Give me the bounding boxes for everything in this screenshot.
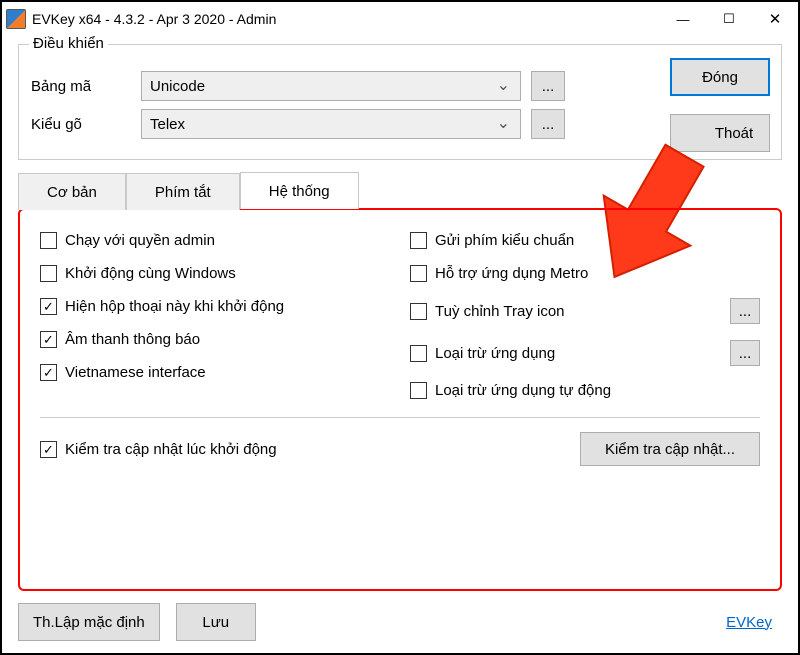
separator: [40, 417, 760, 418]
update-row: Kiểm tra cập nhật lúc khởi động Kiểm tra…: [40, 432, 760, 466]
checkbox-icon: [40, 232, 57, 249]
title-bar: EVKey x64 - 4.3.2 - Apr 3 2020 - Admin —…: [2, 2, 798, 36]
window-body: Điều khiển Bảng mã Unicode ... Kiểu gõ T…: [2, 36, 798, 653]
right-check-column: Gửi phím kiểu chuẩn Hỗ trợ ứng dụng Metr…: [410, 232, 760, 399]
tab-basic[interactable]: Cơ bản: [18, 173, 126, 210]
check-exclude-auto[interactable]: Loại trừ ứng dụng tự động: [410, 382, 760, 399]
footer: Th.Lập mặc định Lưu EVKey: [18, 591, 782, 641]
exclude-options-button[interactable]: ...: [730, 340, 760, 366]
app-window: EVKey x64 - 4.3.2 - Apr 3 2020 - Admin —…: [0, 0, 800, 655]
close-window-button[interactable]: ✕: [752, 4, 798, 34]
control-groupbox: Điều khiển Bảng mã Unicode ... Kiểu gõ T…: [18, 44, 782, 160]
encoding-label: Bảng mã: [31, 78, 141, 95]
encoding-value: Unicode: [150, 78, 205, 95]
check-update-button[interactable]: Kiểm tra cập nhật...: [580, 432, 760, 466]
checkbox-icon: [410, 265, 427, 282]
checkbox-icon: [40, 364, 57, 381]
defaults-button[interactable]: Th.Lập mặc định: [18, 603, 160, 641]
minimize-button[interactable]: —: [660, 4, 706, 34]
input-more-button[interactable]: ...: [531, 109, 565, 139]
checkbox-icon: [40, 331, 57, 348]
checkbox-icon: [410, 382, 427, 399]
check-exclude-app[interactable]: Loại trừ ứng dụng ...: [410, 340, 760, 366]
close-button[interactable]: Đóng: [670, 58, 770, 96]
encoding-combo[interactable]: Unicode: [141, 71, 521, 101]
exit-button[interactable]: Thoát: [670, 114, 770, 152]
check-metro[interactable]: Hỗ trợ ứng dụng Metro: [410, 265, 760, 282]
input-value: Telex: [150, 116, 185, 133]
checkbox-icon: [410, 232, 427, 249]
check-send-standard[interactable]: Gửi phím kiểu chuẩn: [410, 232, 760, 249]
app-icon: [6, 9, 26, 29]
check-update-on-start[interactable]: Kiểm tra cập nhật lúc khởi động: [40, 441, 540, 458]
evkey-link[interactable]: EVKey: [726, 614, 782, 631]
check-run-admin[interactable]: Chạy với quyền admin: [40, 232, 390, 249]
tray-options-button[interactable]: ...: [730, 298, 760, 324]
input-combo[interactable]: Telex: [141, 109, 521, 139]
check-vietnamese-interface[interactable]: Vietnamese interface: [40, 364, 390, 381]
side-button-column: Đóng Thoát: [670, 58, 770, 152]
window-title: EVKey x64 - 4.3.2 - Apr 3 2020 - Admin: [32, 11, 276, 27]
input-row: Kiểu gõ Telex ...: [31, 109, 621, 139]
checkbox-icon: [410, 345, 427, 362]
checkbox-icon: [40, 441, 57, 458]
tab-strip: Cơ bản Phím tắt Hệ thống: [18, 172, 782, 209]
encoding-more-button[interactable]: ...: [531, 71, 565, 101]
maximize-button[interactable]: ☐: [706, 4, 752, 34]
checkbox-icon: [40, 298, 57, 315]
tab-system[interactable]: Hệ thống: [240, 172, 359, 209]
input-label: Kiểu gõ: [31, 116, 141, 133]
save-button[interactable]: Lưu: [176, 603, 256, 641]
system-tab-panel: Chạy với quyền admin Khởi động cùng Wind…: [18, 208, 782, 591]
checkbox-icon: [40, 265, 57, 282]
check-show-dialog[interactable]: Hiện hộp thoại này khi khởi động: [40, 298, 390, 315]
checkbox-icon: [410, 303, 427, 320]
tab-hotkey[interactable]: Phím tắt: [126, 173, 240, 210]
check-start-windows[interactable]: Khởi động cùng Windows: [40, 265, 390, 282]
check-sound[interactable]: Âm thanh thông báo: [40, 331, 390, 348]
left-check-column: Chạy với quyền admin Khởi động cùng Wind…: [40, 232, 390, 399]
encoding-row: Bảng mã Unicode ...: [31, 71, 621, 101]
check-tray-icon[interactable]: Tuỳ chỉnh Tray icon ...: [410, 298, 760, 324]
control-legend: Điều khiển: [29, 35, 108, 52]
